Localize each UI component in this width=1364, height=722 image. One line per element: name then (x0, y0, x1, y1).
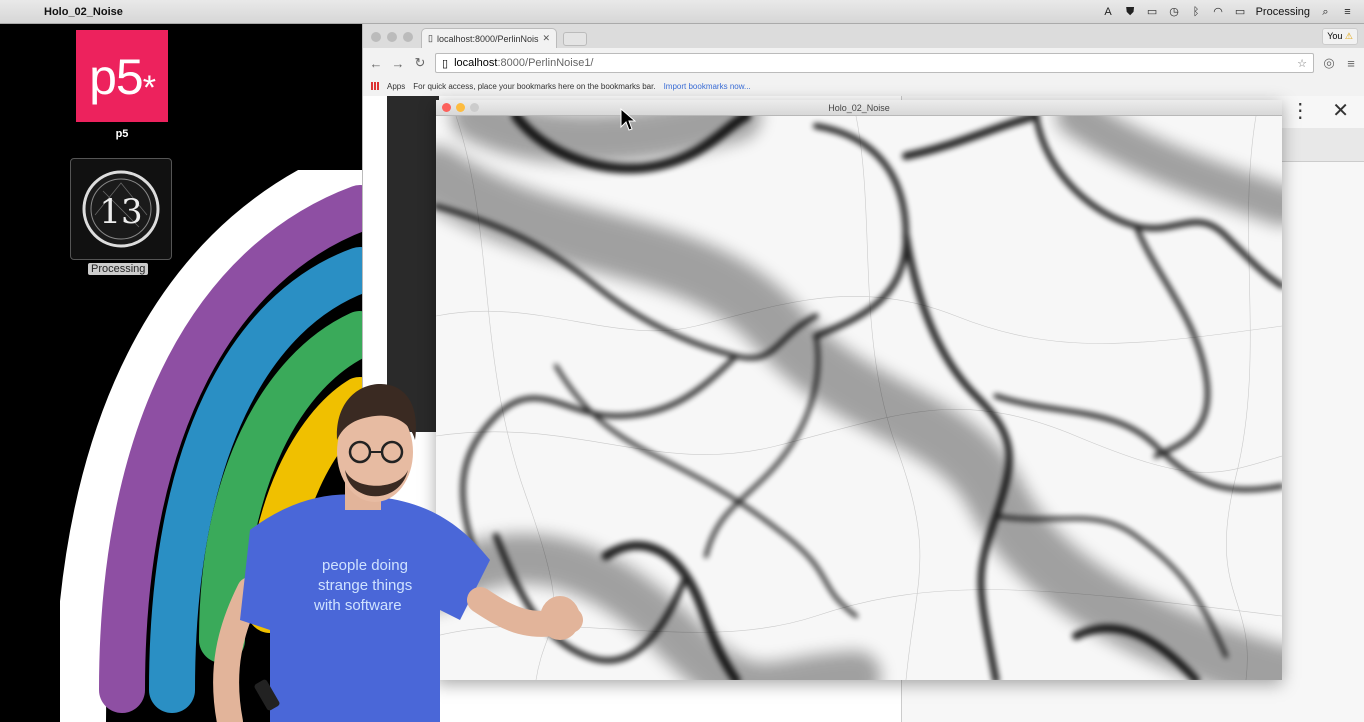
processing-app-label: Processing (88, 263, 149, 275)
close-devtools-icon[interactable]: ✕ (1332, 98, 1349, 123)
shirt-line-3: with software (313, 597, 402, 614)
p5-app-icon[interactable]: p5 * (76, 30, 168, 122)
bookmarks-apps-link[interactable]: Apps (387, 82, 405, 91)
menubar: Holo_02_Noise A ⛊ ▭ ◷ ᛒ ◠ ▭ Processing ⌕… (0, 0, 1364, 24)
bookmarks-bar: Apps For quick access, place your bookma… (363, 78, 1364, 94)
page-icon: ▯ (428, 33, 433, 43)
p5-logo-text: p5 (89, 49, 144, 105)
url-path: :8000/PerlinNoise1/ (497, 57, 594, 69)
active-app-name[interactable]: Holo_02_Noise (44, 6, 123, 18)
minimize-window-button[interactable] (387, 32, 397, 42)
bookmarks-hint: For quick access, place your bookmarks h… (413, 81, 656, 91)
adobe-icon[interactable]: A (1102, 6, 1115, 18)
sketch-zoom-button[interactable] (470, 103, 479, 112)
browser-window-controls (371, 32, 413, 42)
screen: Holo_02_Noise A ⛊ ▭ ◷ ᛒ ◠ ▭ Processing ⌕… (0, 0, 1364, 722)
url-host: localhost (454, 57, 498, 69)
bluetooth-icon[interactable]: ᛒ (1190, 6, 1203, 18)
back-arrow-icon[interactable]: ← (369, 56, 383, 71)
close-tab-icon[interactable]: ✕ (543, 33, 551, 44)
reload-icon[interactable]: ↻ (413, 55, 427, 71)
zoom-window-button[interactable] (403, 32, 413, 42)
tab-perlin-noise[interactable]: ▯ localhost:8000/PerlinNois ✕ (421, 28, 557, 48)
import-bookmarks-link[interactable]: Import bookmarks now... (664, 82, 751, 91)
svg-text:13: 13 (99, 192, 142, 232)
processing-logo-icon: 13 (82, 170, 160, 248)
more-options-icon[interactable]: ⋮ (1290, 98, 1310, 123)
status-area: A ⛊ ▭ ◷ ᛒ ◠ ▭ Processing ⌕ ≡ (1102, 6, 1364, 18)
devtools-toolbar: ⋮ ✕ (1290, 98, 1349, 123)
notification-center-icon[interactable]: ≡ (1341, 6, 1354, 18)
shirt-line-1: people doing (322, 557, 408, 574)
presenter-figure: people doing strange things with softwar… (213, 384, 583, 722)
chrome-menu-icon[interactable]: ≡ (1344, 56, 1358, 71)
p5-app-label: p5 (115, 128, 129, 140)
sketch-window-controls (442, 103, 479, 112)
profile-label: You (1327, 31, 1343, 41)
processing-app-icon[interactable]: 13 (70, 158, 172, 260)
new-tab-button[interactable] (563, 32, 587, 46)
close-window-button[interactable] (371, 32, 381, 42)
airplay-icon[interactable]: ▭ (1146, 6, 1159, 18)
devtools-tab-area (1282, 128, 1364, 162)
shirt-line-2: strange things (318, 577, 412, 594)
page-info-icon[interactable]: ▯ (442, 57, 448, 70)
wifi-icon[interactable]: ◠ (1212, 6, 1225, 18)
spotlight-search-icon[interactable]: ⌕ (1319, 6, 1332, 18)
mouse-cursor-icon (620, 108, 636, 131)
sketch-title: Holo_02_Noise (828, 103, 890, 113)
tab-strip: ▯ localhost:8000/PerlinNois ✕ You ⚠ (363, 24, 1364, 48)
browser-toolbar: ← → ↻ ▯ localhost:8000/PerlinNoise1/ ☆ ◎… (363, 48, 1364, 78)
tab-title: localhost:8000/PerlinNois (436, 33, 539, 44)
apps-grid-icon (371, 82, 379, 90)
extension-icon[interactable]: ◎ (1322, 55, 1336, 71)
shield-icon[interactable]: ⛊ (1124, 6, 1137, 18)
sketch-titlebar[interactable]: Holo_02_Noise (436, 100, 1282, 116)
sketch-close-button[interactable] (442, 103, 451, 112)
address-bar[interactable]: ▯ localhost:8000/PerlinNoise1/ ☆ (435, 53, 1314, 73)
status-app-name[interactable]: Processing (1256, 6, 1310, 18)
warning-icon: ⚠ (1344, 31, 1353, 41)
forward-arrow-icon[interactable]: → (391, 56, 405, 71)
time-machine-icon[interactable]: ◷ (1168, 6, 1181, 18)
sketch-minimize-button[interactable] (456, 103, 465, 112)
battery-icon[interactable]: ▭ (1234, 6, 1247, 18)
profile-button[interactable]: You ⚠ (1322, 28, 1358, 45)
bookmark-star-icon[interactable]: ☆ (1297, 57, 1307, 70)
